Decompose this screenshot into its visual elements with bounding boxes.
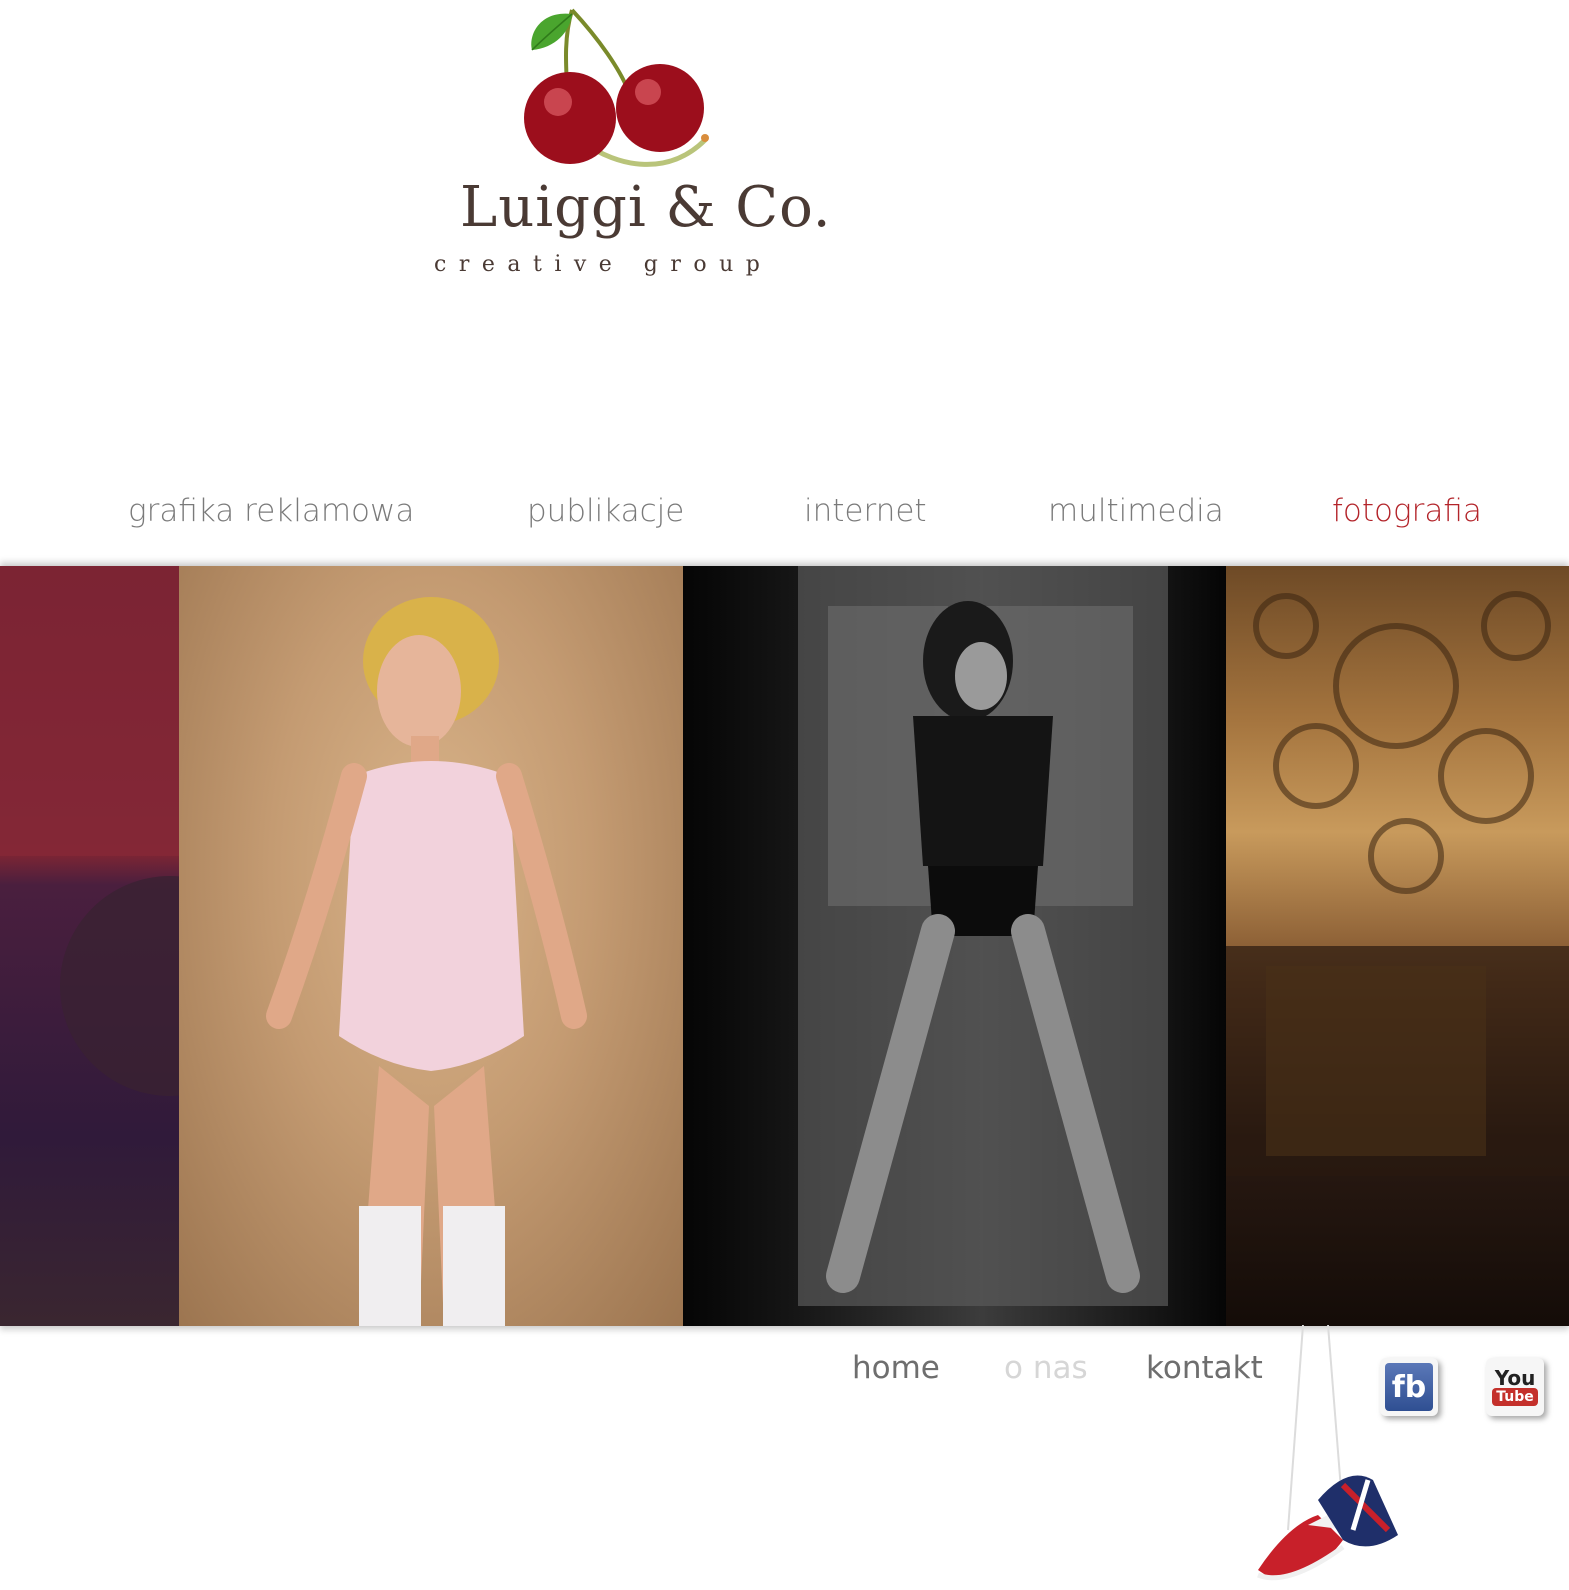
nav-publikacje[interactable]: publikacje [527, 493, 684, 529]
brand-tagline: creative group [434, 252, 773, 277]
youtube-label-tube: Tube [1492, 1388, 1538, 1406]
youtube-icon: You Tube [1491, 1363, 1539, 1411]
nav-internet[interactable]: internet [804, 493, 927, 529]
photo-bw-door[interactable] [683, 566, 1226, 1326]
brand-name: Luiggi & Co. [460, 175, 832, 240]
facebook-button[interactable]: fb [1380, 1358, 1438, 1416]
youtube-label-you: You [1494, 1366, 1536, 1390]
nav-o-nas[interactable]: o nas [1004, 1350, 1088, 1386]
cherries-icon [524, 8, 709, 167]
youtube-button[interactable]: You Tube [1486, 1358, 1544, 1416]
nav-multimedia[interactable]: multimedia [1048, 493, 1224, 529]
nav-grafika-reklamowa[interactable]: grafika reklamowa [128, 493, 414, 529]
photo-gallery [0, 566, 1569, 1326]
logo[interactable]: Luiggi & Co. creative group [420, 0, 840, 300]
nav-kontakt[interactable]: kontakt [1146, 1350, 1263, 1386]
facebook-icon: fb [1385, 1363, 1433, 1411]
photo-red-interior[interactable] [0, 566, 179, 1326]
photo-pink-lingerie[interactable] [179, 566, 683, 1326]
photo-ornamental-interior[interactable] [1226, 566, 1569, 1326]
nav-home[interactable]: home [852, 1350, 940, 1386]
nav-fotografia[interactable]: fotografia [1332, 493, 1482, 529]
